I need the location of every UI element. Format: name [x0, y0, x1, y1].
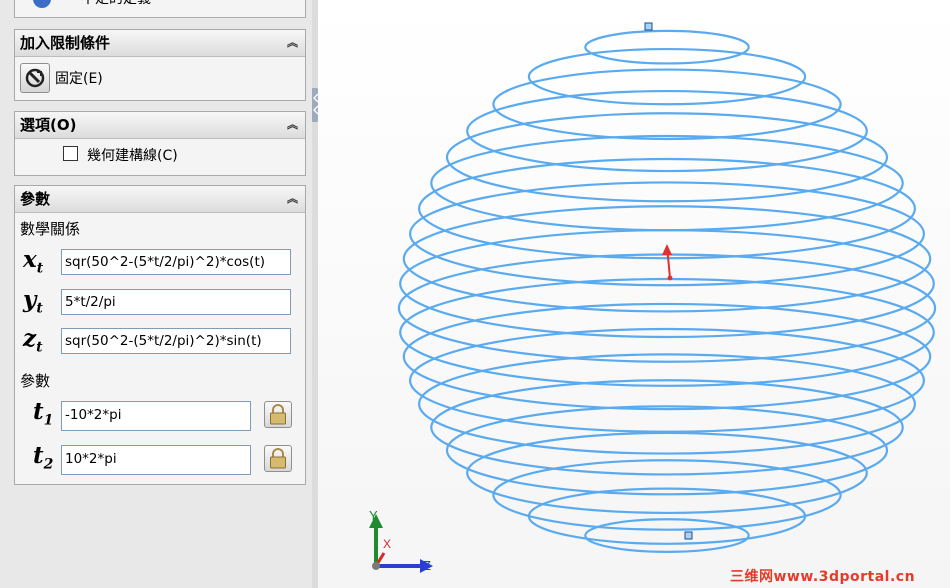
x-expression-field[interactable]: sqr(50^2-(5*t/2/pi)^2)*cos(t) — [61, 249, 291, 275]
watermark: 三维网www.3dportal.cn — [730, 569, 916, 585]
collapse-chevron-icon[interactable]: ︽ — [286, 192, 299, 205]
t1-symbol: t1 — [33, 398, 54, 429]
triad-z-label: Z — [423, 558, 431, 573]
z-t-symbol: zt — [23, 325, 43, 356]
add-relations-group: 加入限制條件 ︽ 固定(E) — [14, 29, 306, 101]
fix-anchor-icon — [25, 68, 45, 88]
collapse-chevron-icon[interactable]: ︽ — [286, 36, 299, 49]
lock-icon — [270, 404, 286, 425]
property-manager-panel: 不足的定義 加入限制條件 ︽ 固定(E) 選項(O) ︽ 幾何建構線(C) 參數… — [0, 0, 313, 588]
triad-y-label: Y — [369, 508, 378, 523]
y-t-symbol: yt — [23, 286, 43, 317]
curve-start-point[interactable] — [644, 22, 653, 31]
curve-end-point[interactable] — [684, 531, 693, 540]
parameters-header[interactable]: 參數 ︽ — [15, 186, 305, 213]
fix-relation-label: 固定(E) — [55, 71, 103, 87]
status-icon — [33, 0, 51, 8]
definition-status-box: 不足的定義 — [14, 0, 306, 18]
y-expression-field[interactable]: 5*t/2/pi — [61, 289, 291, 315]
t1-value-field[interactable]: -10*2*pi — [61, 401, 251, 431]
helix-ring[interactable] — [584, 29, 750, 65]
parameters-label: 參數 — [20, 372, 51, 390]
helix-ring[interactable] — [402, 302, 932, 411]
triad-x-label: X — [383, 537, 391, 551]
equations-label: 數學關係 — [20, 220, 81, 238]
helix-ring[interactable] — [445, 405, 889, 496]
options-group: 選項(O) ︽ 幾何建構線(C) — [14, 111, 306, 176]
add-relations-header[interactable]: 加入限制條件 ︽ — [15, 30, 305, 57]
options-title: 選項(O) — [20, 116, 77, 134]
helix-ring[interactable] — [527, 487, 807, 545]
t2-symbol: t2 — [33, 442, 54, 473]
x-t-symbol: xt — [23, 246, 44, 277]
construction-geometry-checkbox[interactable] — [63, 146, 78, 161]
helix-curve-rings[interactable] — [397, 29, 937, 553]
t2-lock-button[interactable] — [264, 445, 292, 472]
z-expression-field[interactable]: sqr(50^2-(5*t/2/pi)^2)*sin(t) — [61, 328, 291, 354]
direction-arrow-handle[interactable] — [662, 244, 673, 281]
helix-ring[interactable] — [584, 518, 750, 553]
definition-status-label: 不足的定義 — [81, 0, 151, 8]
helix-ring[interactable] — [409, 181, 925, 287]
construction-geometry-label: 幾何建構線(C) — [87, 148, 178, 164]
sphere-helix-curve[interactable] — [318, 0, 950, 588]
fix-relation-button[interactable] — [20, 63, 50, 93]
parameters-group: 參數 ︽ 數學關係 xt sqr(50^2-(5*t/2/pi)^2)*cos(… — [14, 185, 306, 485]
collapse-chevron-icon[interactable]: ︽ — [286, 118, 299, 131]
graphics-area[interactable]: Y X Z — [318, 0, 950, 588]
reference-triad: Y X Z — [369, 508, 433, 573]
helix-ring[interactable] — [399, 277, 935, 387]
t2-value-field[interactable]: 10*2*pi — [61, 445, 251, 475]
t1-lock-button[interactable] — [264, 401, 292, 428]
helix-ring[interactable] — [418, 353, 916, 455]
parameters-title: 參數 — [20, 190, 51, 208]
helix-ring[interactable] — [466, 431, 868, 515]
add-relations-title: 加入限制條件 — [20, 34, 111, 52]
lock-icon — [270, 448, 286, 469]
options-header[interactable]: 選項(O) ︽ — [15, 112, 305, 139]
